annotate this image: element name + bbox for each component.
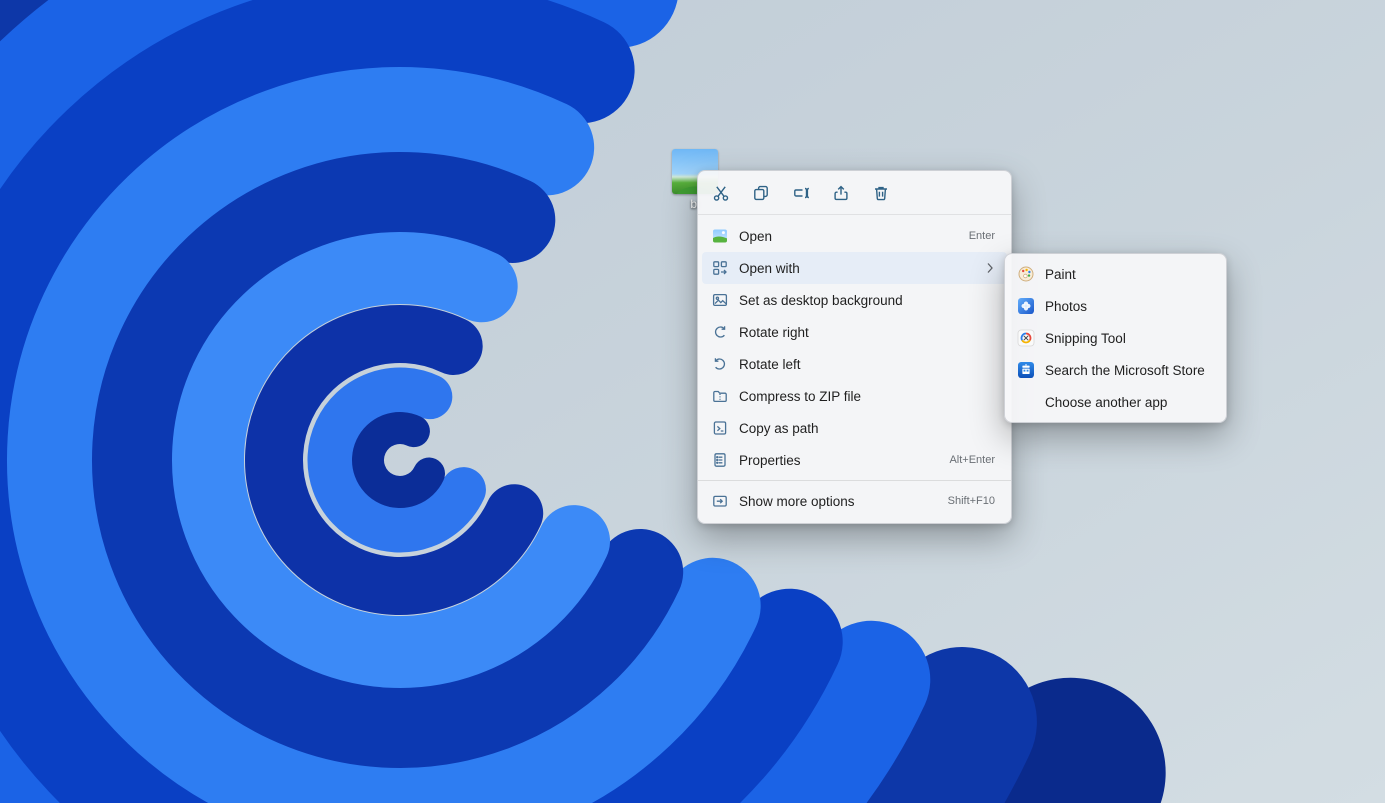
rename-icon bbox=[792, 184, 810, 202]
menu-item-label: Compress to ZIP file bbox=[739, 389, 983, 404]
empty-icon-spacer bbox=[1017, 393, 1035, 411]
snipping-tool-app-icon bbox=[1017, 329, 1035, 347]
menu-item-rotate-left[interactable]: Rotate left bbox=[702, 348, 1007, 380]
rotate-right-icon bbox=[711, 323, 729, 341]
submenu-item-label: Snipping Tool bbox=[1045, 331, 1126, 346]
submenu-item-label: Search the Microsoft Store bbox=[1045, 363, 1205, 378]
desktop: bl bbox=[0, 0, 1385, 803]
delete-button[interactable] bbox=[863, 176, 899, 210]
properties-icon bbox=[711, 451, 729, 469]
submenu-item-snipping-tool[interactable]: Snipping Tool bbox=[1009, 322, 1222, 354]
menu-item-copy-as-path[interactable]: Copy as path bbox=[702, 412, 1007, 444]
submenu-item-photos[interactable]: Photos bbox=[1009, 290, 1222, 322]
microsoft-store-app-icon bbox=[1017, 361, 1035, 379]
menu-item-shortcut: Shift+F10 bbox=[948, 495, 995, 507]
menu-item-label: Copy as path bbox=[739, 421, 983, 436]
photos-app-icon bbox=[1017, 297, 1035, 315]
share-icon bbox=[832, 184, 850, 202]
scissors-icon bbox=[712, 184, 730, 202]
context-menu-toolbar bbox=[698, 171, 1011, 215]
submenu-item-paint[interactable]: Paint bbox=[1009, 258, 1222, 290]
show-more-options-icon bbox=[711, 492, 729, 510]
context-menu-items: Open Enter Open with bbox=[698, 215, 1011, 523]
copy-button[interactable] bbox=[743, 176, 779, 210]
image-open-icon bbox=[711, 227, 729, 245]
menu-item-label: Show more options bbox=[739, 494, 936, 509]
open-with-icon bbox=[711, 259, 729, 277]
menu-item-label: Rotate right bbox=[739, 325, 983, 340]
menu-item-label: Open bbox=[739, 229, 957, 244]
copy-icon bbox=[752, 184, 770, 202]
menu-item-properties[interactable]: Properties Alt+Enter bbox=[702, 444, 1007, 476]
menu-item-set-as-desktop-background[interactable]: Set as desktop background bbox=[702, 284, 1007, 316]
chevron-right-icon bbox=[985, 262, 995, 274]
submenu-item-label: Paint bbox=[1045, 267, 1076, 282]
desktop-background-icon bbox=[711, 291, 729, 309]
rename-button[interactable] bbox=[783, 176, 819, 210]
trash-icon bbox=[872, 184, 890, 202]
cut-button[interactable] bbox=[703, 176, 739, 210]
menu-item-label: Set as desktop background bbox=[739, 293, 983, 308]
menu-item-label: Open with bbox=[739, 261, 985, 276]
submenu-item-label: Photos bbox=[1045, 299, 1087, 314]
open-with-submenu: Paint Photos bbox=[1004, 253, 1227, 423]
menu-separator bbox=[698, 480, 1011, 481]
menu-item-label: Rotate left bbox=[739, 357, 983, 372]
submenu-item-search-microsoft-store[interactable]: Search the Microsoft Store bbox=[1009, 354, 1222, 386]
menu-item-open-with[interactable]: Open with bbox=[702, 252, 1007, 284]
share-button[interactable] bbox=[823, 176, 859, 210]
menu-item-shortcut: Alt+Enter bbox=[949, 454, 995, 466]
menu-item-shortcut: Enter bbox=[969, 230, 995, 242]
copy-path-icon bbox=[711, 419, 729, 437]
rotate-left-icon bbox=[711, 355, 729, 373]
menu-item-label: Properties bbox=[739, 453, 937, 468]
paint-app-icon bbox=[1017, 265, 1035, 283]
context-menu: Open Enter Open with bbox=[697, 170, 1012, 524]
menu-item-compress-to-zip[interactable]: Compress to ZIP file bbox=[702, 380, 1007, 412]
submenu-item-choose-another-app[interactable]: Choose another app bbox=[1009, 386, 1222, 418]
zip-folder-icon bbox=[711, 387, 729, 405]
submenu-item-label: Choose another app bbox=[1045, 395, 1167, 410]
menu-item-rotate-right[interactable]: Rotate right bbox=[702, 316, 1007, 348]
menu-item-open[interactable]: Open Enter bbox=[702, 220, 1007, 252]
menu-item-show-more-options[interactable]: Show more options Shift+F10 bbox=[702, 485, 1007, 517]
